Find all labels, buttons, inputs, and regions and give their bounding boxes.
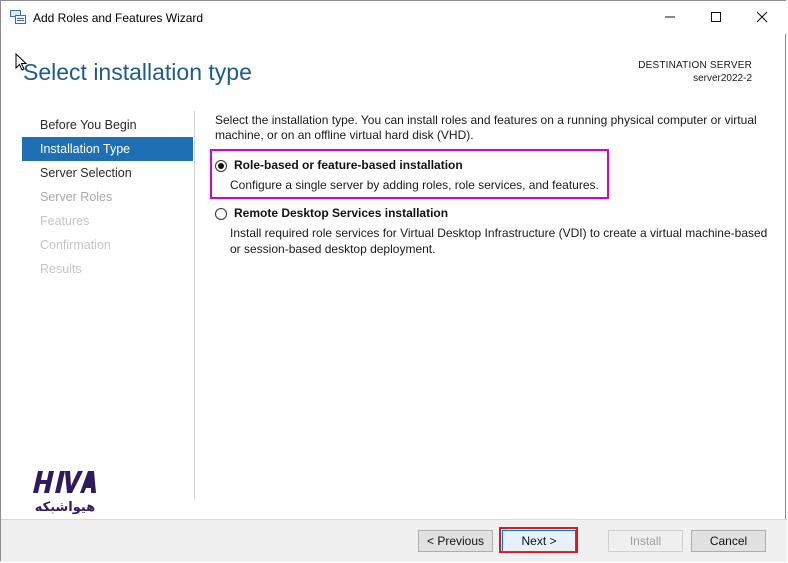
option-description: Configure a single server by adding role… bbox=[230, 178, 599, 192]
nav-item-before-you-begin[interactable]: Before You Begin bbox=[22, 113, 193, 137]
close-button[interactable] bbox=[739, 1, 785, 33]
option-description: Install required role services for Virtu… bbox=[230, 226, 768, 256]
maximize-icon bbox=[711, 12, 721, 22]
minimize-icon bbox=[665, 16, 675, 18]
nav-item-confirmation: Confirmation bbox=[40, 238, 111, 252]
nav-item-installation-type[interactable]: Installation Type bbox=[22, 137, 193, 161]
nav-item-server-roles: Server Roles bbox=[40, 190, 113, 204]
option-title[interactable]: Role-based or feature-based installation bbox=[234, 158, 463, 172]
window-title: Add Roles and Features Wizard bbox=[33, 11, 204, 25]
minimize-button[interactable] bbox=[647, 1, 693, 33]
close-icon bbox=[756, 11, 768, 23]
nav-item-server-selection[interactable]: Server Selection bbox=[22, 161, 193, 185]
install-button: Install bbox=[608, 530, 683, 552]
intro-text: Select the installation type. You can in… bbox=[215, 113, 757, 142]
title-bar[interactable]: Add Roles and Features Wizard bbox=[1, 1, 787, 34]
option-title[interactable]: Remote Desktop Services installation bbox=[234, 206, 448, 220]
role-based-radio[interactable] bbox=[215, 160, 227, 172]
wizard-nav: Before You Begin Installation Type Serve… bbox=[22, 113, 193, 281]
nav-divider bbox=[194, 111, 195, 499]
watermark-logo-text: هیواشبکه bbox=[34, 499, 96, 514]
cancel-button[interactable]: Cancel bbox=[691, 530, 766, 552]
destination-server-label: DESTINATION SERVER bbox=[638, 60, 752, 71]
destination-server-name: server2022-2 bbox=[693, 73, 752, 84]
hiva-logo-icon bbox=[33, 471, 96, 493]
nav-item-results: Results bbox=[40, 262, 82, 276]
page-title: Select installation type bbox=[23, 59, 252, 85]
content-area: Select the installation type. You can in… bbox=[215, 113, 770, 143]
next-button[interactable]: Next > bbox=[502, 530, 576, 552]
remote-desktop-radio[interactable] bbox=[215, 208, 227, 220]
previous-button[interactable]: < Previous bbox=[418, 530, 493, 552]
server-manager-icon bbox=[10, 10, 26, 24]
wizard-window: Add Roles and Features Wizard Select ins… bbox=[0, 0, 787, 562]
maximize-button[interactable] bbox=[693, 1, 739, 33]
nav-item-features: Features bbox=[40, 214, 90, 228]
